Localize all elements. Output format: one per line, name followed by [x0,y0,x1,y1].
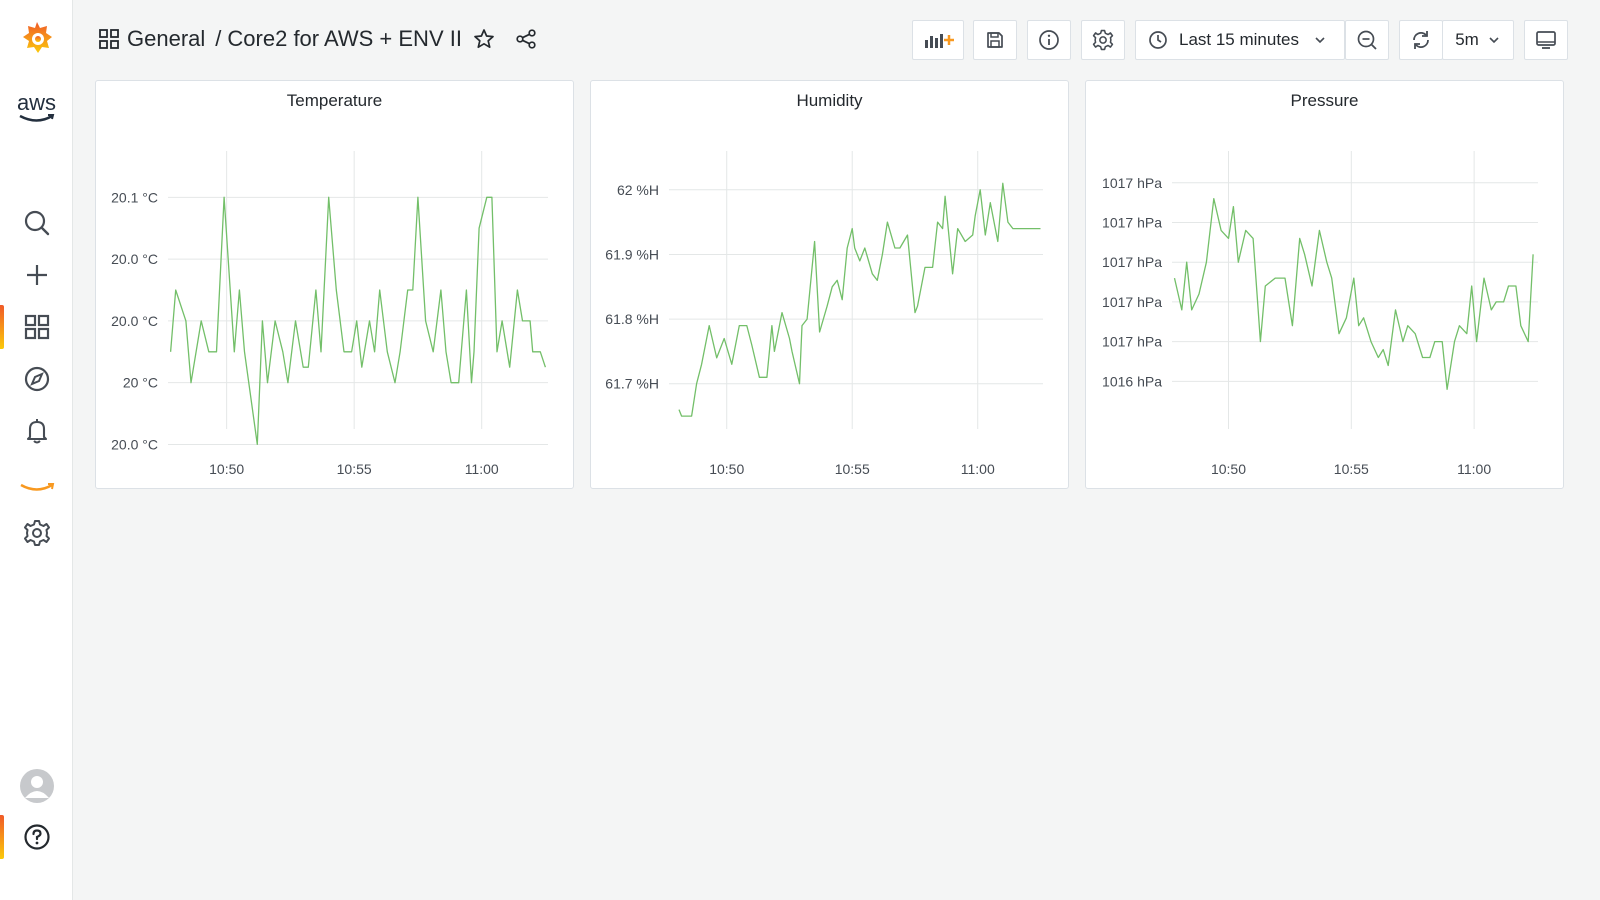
y-tick-label: 61.8 %H [605,311,659,327]
panel-temperature[interactable]: 20.1 °C 20.0 °C 20.0 °C 20 °C 20.0 °C 10:50 10… [95,80,574,489]
x-tick-label: 11:00 [961,461,995,477]
info-button[interactable] [1027,20,1071,60]
x-tick-label: 10:50 [1211,461,1246,477]
zoom-out-button[interactable] [1345,20,1389,60]
y-tick-label: 20.1 °C [111,189,158,205]
y-tick-label: 20.0 °C [111,436,158,452]
avatar[interactable] [0,764,73,808]
bell-icon[interactable] [0,409,73,453]
x-tick-label: 10:55 [835,461,870,477]
y-tick-label: 20 °C [123,375,158,391]
clock-icon [1149,31,1167,49]
breadcrumb-separator: / [215,26,222,51]
monitor-icon [1536,31,1556,49]
refresh-interval-picker[interactable]: 5m [1442,20,1514,60]
amazon-smile-icon[interactable] [0,466,73,510]
time-range-picker[interactable]: Last 15 minutes [1135,20,1345,60]
gear-icon[interactable] [0,511,73,555]
x-tick-label: 10:50 [709,461,744,477]
share-icon[interactable] [510,23,542,55]
grafana-logo[interactable] [0,16,73,60]
x-tick-label: 10:55 [337,461,372,477]
aws-label: aws [16,90,57,115]
save-dashboard-button[interactable] [973,20,1017,60]
pressure-chart: 1017 hPa 1017 hPa 1017 hPa 1017 hPa 1017 hPa… [1102,151,1538,477]
refresh-button[interactable] [1399,20,1443,60]
search-icon[interactable] [0,201,73,245]
dashboard-title[interactable]: Core2 for AWS + ENV II [227,26,462,52]
y-tick-label: 1017 hPa [1102,254,1162,270]
star-icon[interactable] [468,23,500,55]
zoom-out-icon [1357,30,1377,50]
aws-logo[interactable]: aws [0,86,73,130]
info-icon [1039,30,1059,50]
help-icon[interactable] [0,815,73,859]
breadcrumb: General / Core2 for AWS + ENV II [93,22,542,56]
x-tick-label: 10:50 [209,461,244,477]
dashboards-icon[interactable] [0,305,73,349]
dashboard-nav: General / Core2 for AWS + ENV II Last 15… [73,0,1600,78]
panel-title[interactable]: Humidity [591,91,1068,111]
compass-icon[interactable] [0,357,73,401]
sidebar: aws [0,0,73,900]
panel-pressure[interactable]: 1017 hPa 1017 hPa 1017 hPa 1017 hPa 1017 hPa… [1085,80,1564,489]
series-line [678,182,1041,417]
temperature-chart: 20.1 °C 20.0 °C 20.0 °C 20 °C 20.0 °C 10:50 10… [111,151,548,477]
chevron-down-icon [1489,37,1499,44]
add-panel-button[interactable] [912,20,964,60]
breadcrumb-folder[interactable]: General [127,26,205,52]
plus-icon[interactable] [0,253,73,297]
time-range-label: Last 15 minutes [1179,30,1300,49]
dashboard-settings-button[interactable] [1081,20,1125,60]
x-tick-label: 11:00 [1457,461,1491,477]
settings-gear-icon [1092,29,1114,51]
x-tick-label: 10:55 [1334,461,1369,477]
y-tick-label: 20.0 °C [111,313,158,329]
chevron-down-icon [1315,37,1325,44]
help-indicator [0,815,4,859]
y-tick-label: 1017 hPa [1102,175,1162,191]
active-indicator [0,305,4,349]
y-tick-label: 1017 hPa [1102,334,1162,350]
panel-title[interactable]: Pressure [1086,91,1563,111]
refresh-interval-label: 5m [1455,30,1479,49]
humidity-chart: 62 %H 61.9 %H 61.8 %H 61.7 %H 10:50 10:55 11:0… [605,151,1043,477]
y-tick-label: 1017 hPa [1102,214,1162,230]
y-tick-label: 1016 hPa [1102,373,1162,389]
y-tick-label: 61.7 %H [605,376,659,392]
tv-mode-button[interactable] [1524,20,1568,60]
y-tick-label: 62 %H [617,182,659,198]
dashboards-grid-icon[interactable] [93,23,125,55]
refresh-icon [1413,31,1429,49]
y-tick-label: 20.0 °C [111,251,158,267]
y-tick-label: 1017 hPa [1102,294,1162,310]
y-tick-label: 61.9 %H [605,246,659,262]
panel-title[interactable]: Temperature [96,91,573,111]
panel-humidity[interactable]: 62 %H 61.9 %H 61.8 %H 61.7 %H 10:50 10:55 11:0… [590,80,1069,489]
x-tick-label: 11:00 [465,461,499,477]
